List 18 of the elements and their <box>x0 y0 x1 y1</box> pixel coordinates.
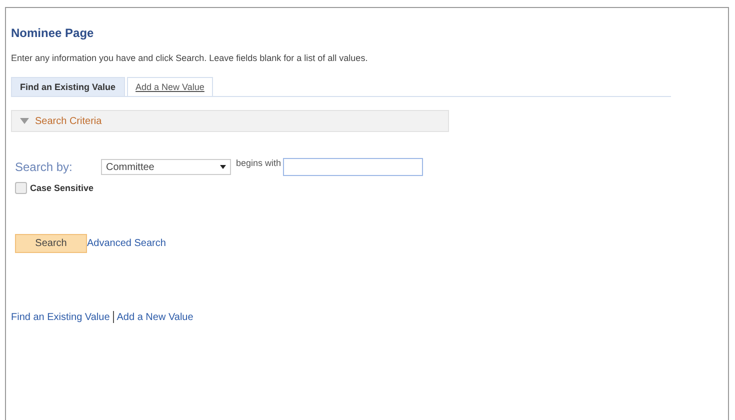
search-criteria-label: Search Criteria <box>35 116 102 126</box>
tab[interactable]: Add a New Value <box>126 77 214 96</box>
search-by-dropdown[interactable]: Committee <box>101 159 231 175</box>
footer-link[interactable]: Find an Existing Value <box>11 312 110 322</box>
caret-icon <box>220 165 226 169</box>
footer-link[interactable]: Add a New Value <box>116 312 194 322</box>
case-sensitive-label: Case Sensitive <box>30 183 94 193</box>
operator-label: begins with <box>236 158 282 168</box>
tab[interactable]: Find an Existing Value <box>11 77 125 96</box>
search-by-label: Search by: <box>15 160 74 174</box>
search-input-field[interactable] <box>283 158 424 176</box>
page-title: Nominee Page <box>11 26 95 40</box>
case-sensitive-checkbox[interactable] <box>15 182 27 194</box>
instructions-text: Enter any information you have and click Search. Leave fields blank for a list of all values. <box>11 53 369 63</box>
advanced-search-link[interactable]: Advanced Search <box>87 238 166 249</box>
caret-icon <box>20 118 29 124</box>
search-criteria-bar[interactable]: Search Criteria <box>11 110 449 132</box>
search-button[interactable]: Search <box>15 234 87 253</box>
